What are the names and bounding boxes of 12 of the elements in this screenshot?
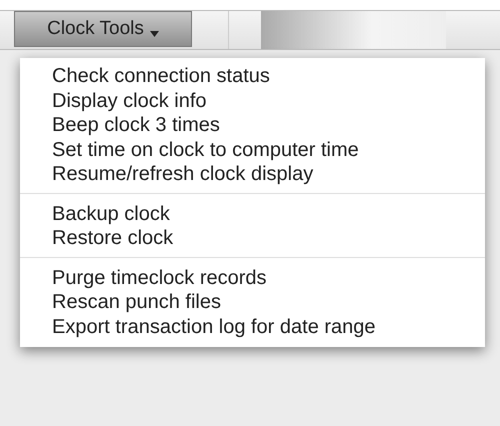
menu-item[interactable]: Restore clock: [20, 226, 485, 250]
menu-item[interactable]: Backup clock: [20, 202, 485, 226]
menu-item[interactable]: Purge timeclock records: [20, 266, 485, 290]
menu-item[interactable]: Rescan punch files: [20, 290, 485, 314]
menu-item[interactable]: Export transaction log for date range: [20, 314, 485, 339]
menu-item[interactable]: Beep clock 3 times: [20, 113, 485, 138]
caret-icon: [150, 31, 159, 37]
menu-item[interactable]: Display clock info: [20, 88, 485, 113]
menu-button[interactable]: Clock Tools: [14, 11, 192, 47]
menu-item[interactable]: Check connection status: [20, 64, 485, 88]
menu-item[interactable]: Resume/refresh clock display: [20, 162, 485, 186]
menu-item[interactable]: Set time on clock to computer time: [20, 138, 485, 162]
